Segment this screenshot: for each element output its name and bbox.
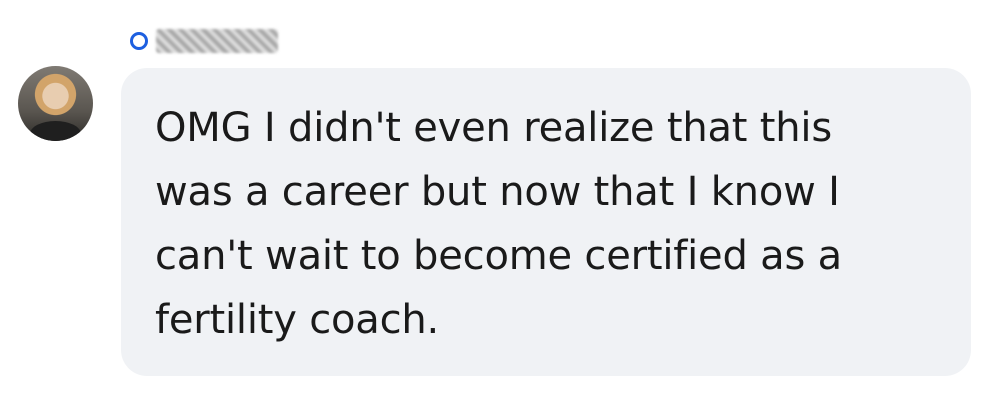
- avatar[interactable]: [18, 66, 93, 141]
- comment-bubble: OMG I didn't even realize that this was …: [121, 68, 971, 376]
- avatar-figure: [30, 121, 81, 141]
- comment-text: OMG I didn't even realize that this was …: [155, 105, 842, 343]
- author-name-redacted[interactable]: [156, 29, 278, 53]
- status-ring-icon: [130, 32, 148, 50]
- comment-author-row: [130, 24, 278, 58]
